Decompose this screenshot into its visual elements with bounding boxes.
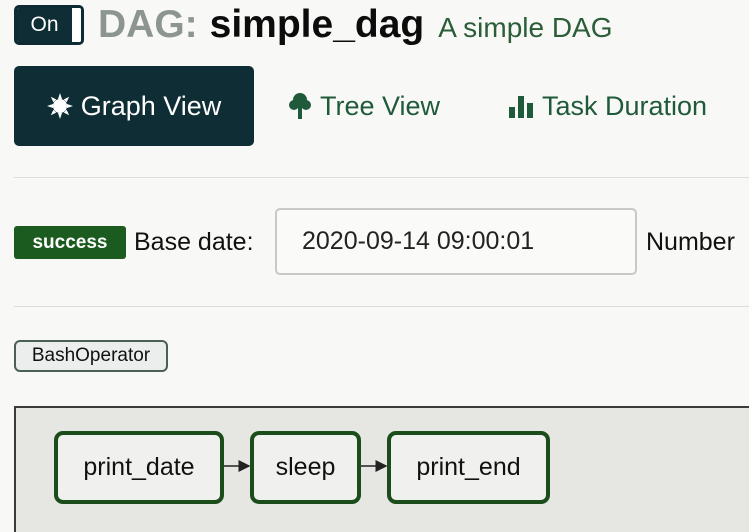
tab-graph-view[interactable]: Graph View	[14, 66, 254, 146]
divider	[14, 177, 749, 178]
tab-graph-view-label: Graph View	[80, 90, 222, 121]
base-date-label: Base date:	[134, 228, 254, 256]
dag-pause-toggle[interactable]: On	[14, 5, 84, 45]
number-of-runs-label: Number	[646, 228, 735, 256]
toggle-on-label: On	[17, 8, 72, 42]
tree-icon	[288, 92, 312, 120]
operator-legend-bashoperator: BashOperator	[14, 340, 168, 372]
toggle-knob	[72, 8, 81, 42]
task-node-print-date[interactable]: print_date	[54, 431, 224, 504]
tab-task-duration[interactable]: Task Duration	[508, 66, 707, 146]
airflow-dag-page: On DAG: simple_dag A simple DAG Graph Vi…	[0, 0, 749, 532]
dag-label-prefix: DAG:	[98, 3, 198, 46]
task-node-sleep[interactable]: sleep	[250, 431, 361, 504]
bar-chart-icon	[508, 93, 534, 119]
dag-state-badge: success	[14, 226, 126, 259]
task-node-print-end[interactable]: print_end	[387, 431, 550, 504]
dag-id: simple_dag	[209, 3, 425, 46]
dag-header: On DAG: simple_dag A simple DAG	[14, 1, 613, 49]
base-date-input[interactable]	[275, 208, 637, 275]
tab-tree-view-label: Tree View	[320, 90, 441, 121]
sun-icon	[46, 93, 73, 119]
tab-task-duration-label: Task Duration	[542, 90, 708, 121]
dag-description: A simple DAG	[438, 12, 613, 43]
divider	[14, 306, 749, 307]
tab-tree-view[interactable]: Tree View	[288, 66, 440, 146]
